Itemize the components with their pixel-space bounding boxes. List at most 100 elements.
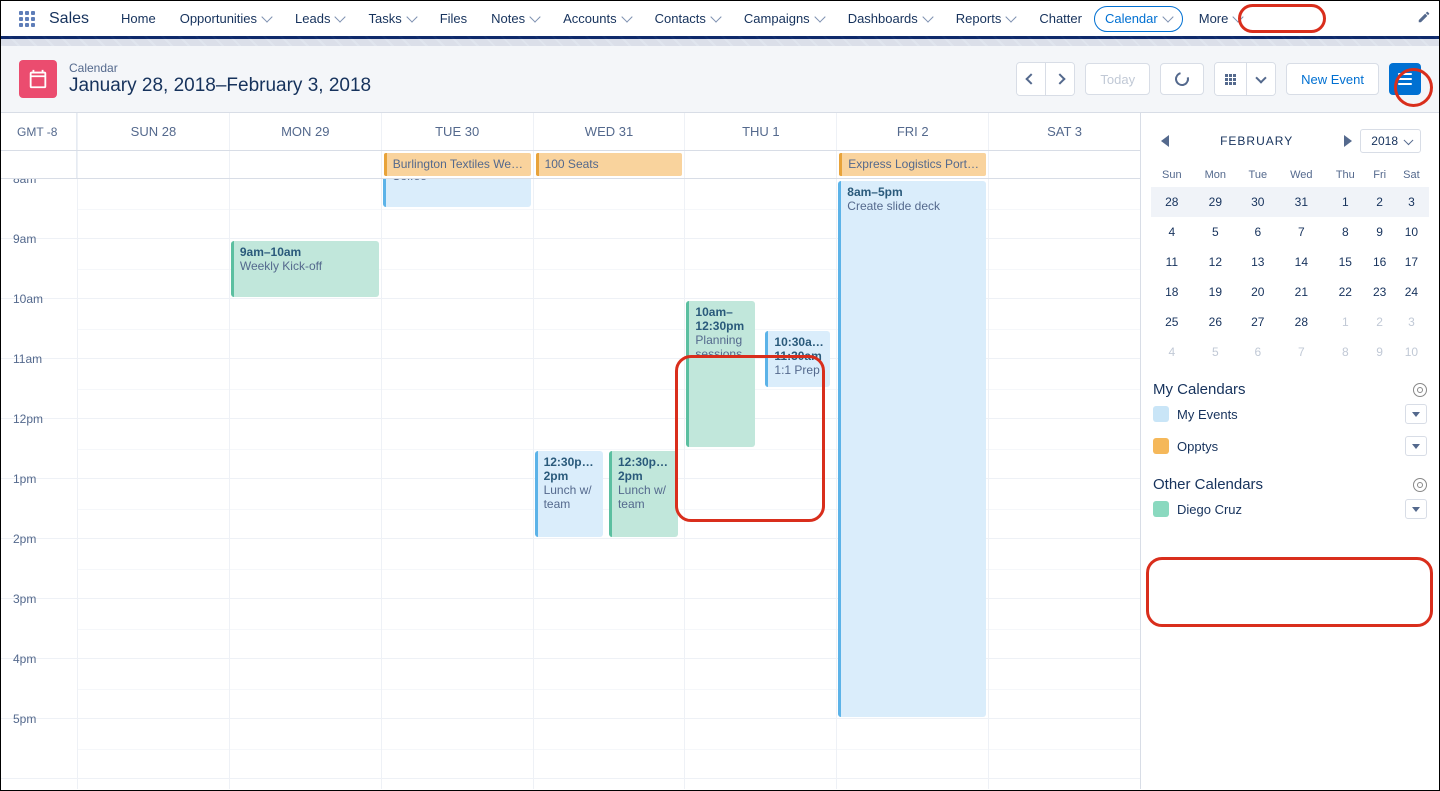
mini-day[interactable]: 8 [1325, 337, 1365, 367]
mini-day[interactable]: 22 [1325, 277, 1365, 307]
allday-cell[interactable] [77, 151, 229, 178]
mini-day[interactable]: 11 [1151, 247, 1193, 277]
next-week-button[interactable] [1045, 63, 1074, 95]
mini-day[interactable]: 4 [1151, 337, 1193, 367]
allday-event[interactable]: Burlington Textiles We… [384, 153, 531, 176]
day-column[interactable] [988, 179, 1140, 789]
mini-day[interactable]: 1 [1325, 187, 1365, 217]
day-column[interactable] [77, 179, 229, 789]
calendar-event[interactable]: 12:30p… 2pmLunch w/ team [535, 451, 604, 537]
view-dropdown-button[interactable] [1246, 63, 1275, 95]
mini-prev-month-button[interactable] [1159, 135, 1169, 147]
mini-day[interactable]: 29 [1193, 187, 1238, 217]
nav-chatter[interactable]: Chatter [1027, 0, 1094, 38]
mini-day[interactable]: 8 [1325, 217, 1365, 247]
my-calendars-settings-icon[interactable] [1413, 383, 1427, 397]
mini-day[interactable]: 25 [1151, 307, 1193, 337]
mini-dow: Thu [1325, 163, 1365, 187]
mini-day[interactable]: 3 [1394, 307, 1429, 337]
nav-accounts[interactable]: Accounts [551, 0, 642, 38]
mini-day[interactable]: 6 [1238, 337, 1277, 367]
mini-day[interactable]: 26 [1193, 307, 1238, 337]
chevron-down-icon [814, 11, 825, 22]
mini-day[interactable]: 9 [1365, 337, 1393, 367]
calendar-options-button[interactable] [1405, 436, 1427, 456]
mini-day[interactable]: 6 [1238, 217, 1277, 247]
chevron-down-icon [1162, 11, 1173, 22]
allday-cell[interactable]: 100 Seats [533, 151, 685, 178]
allday-cell[interactable]: Express Logistics Porta… [836, 151, 988, 178]
calendar-event[interactable]: 10:30a… 11:30am1:1 Prep [765, 331, 829, 387]
mini-day[interactable]: 2 [1365, 307, 1393, 337]
mini-day[interactable]: 10 [1394, 217, 1429, 247]
calendar-event[interactable]: 9am–10amWeekly Kick-off [231, 241, 379, 297]
mini-next-month-button[interactable] [1344, 135, 1354, 147]
mini-day[interactable]: 24 [1394, 277, 1429, 307]
app-launcher-icon[interactable] [17, 9, 37, 29]
mini-day[interactable]: 4 [1151, 217, 1193, 247]
mini-day[interactable]: 7 [1278, 217, 1326, 247]
mini-day[interactable]: 16 [1365, 247, 1393, 277]
nav-calendar[interactable]: Calendar [1094, 6, 1183, 32]
mini-day[interactable]: 7 [1278, 337, 1326, 367]
mini-day[interactable]: 2 [1365, 187, 1393, 217]
nav-campaigns[interactable]: Campaigns [732, 0, 836, 38]
today-button[interactable]: Today [1085, 63, 1150, 95]
day-column[interactable] [684, 179, 836, 789]
refresh-button[interactable] [1160, 63, 1204, 95]
mini-day[interactable]: 23 [1365, 277, 1393, 307]
mini-day[interactable]: 10 [1394, 337, 1429, 367]
calendar-event[interactable]: 12:30p… 2pmLunch w/ team [609, 451, 678, 537]
edit-nav-icon[interactable] [1417, 10, 1431, 27]
nav-home[interactable]: Home [109, 0, 168, 38]
mini-day[interactable]: 14 [1278, 247, 1326, 277]
calendar-options-button[interactable] [1405, 499, 1427, 519]
nav-leads[interactable]: Leads [283, 0, 356, 38]
prev-week-button[interactable] [1017, 63, 1045, 95]
allday-cell[interactable] [684, 151, 836, 178]
nav-dashboards[interactable]: Dashboards [836, 0, 944, 38]
mini-day[interactable]: 27 [1238, 307, 1277, 337]
mini-day[interactable]: 28 [1278, 307, 1326, 337]
mini-day[interactable]: 3 [1394, 187, 1429, 217]
nav-contacts[interactable]: Contacts [643, 0, 732, 38]
mini-year-select[interactable]: 2018 [1360, 129, 1421, 153]
calendar-color-swatch [1153, 406, 1169, 422]
sidebar-toggle-button[interactable] [1389, 63, 1421, 95]
allday-cell[interactable] [229, 151, 381, 178]
allday-event[interactable]: 100 Seats [536, 153, 683, 176]
allday-event[interactable]: Express Logistics Porta… [839, 153, 986, 176]
nav-reports[interactable]: Reports [944, 0, 1028, 38]
mini-day[interactable]: 5 [1193, 337, 1238, 367]
calendar-color-swatch [1153, 501, 1169, 517]
mini-day[interactable]: 17 [1394, 247, 1429, 277]
mini-day[interactable]: 19 [1193, 277, 1238, 307]
calendar-event[interactable]: 10am–12:30pmPlanning sessions [686, 301, 755, 447]
mini-day[interactable]: 15 [1325, 247, 1365, 277]
mini-day[interactable]: 28 [1151, 187, 1193, 217]
new-event-button[interactable]: New Event [1286, 63, 1379, 95]
mini-day[interactable]: 5 [1193, 217, 1238, 247]
view-grid-button[interactable] [1215, 63, 1246, 95]
mini-day[interactable]: 21 [1278, 277, 1326, 307]
mini-day[interactable]: 31 [1278, 187, 1326, 217]
other-calendars-settings-icon[interactable] [1413, 478, 1427, 492]
allday-cell[interactable]: Burlington Textiles We… [381, 151, 533, 178]
nav-notes[interactable]: Notes [479, 0, 551, 38]
calendar-event[interactable]: 7:30am–8:30amCoffee [383, 179, 531, 207]
nav-opportunities[interactable]: Opportunities [168, 0, 283, 38]
mini-day[interactable]: 9 [1365, 217, 1393, 247]
calendar-event[interactable]: 8am–5pmCreate slide deck [838, 181, 986, 717]
nav-more[interactable]: More [1187, 0, 1255, 38]
mini-day[interactable]: 12 [1193, 247, 1238, 277]
mini-day[interactable]: 20 [1238, 277, 1277, 307]
day-column[interactable] [381, 179, 533, 789]
allday-cell[interactable] [988, 151, 1140, 178]
calendar-options-button[interactable] [1405, 404, 1427, 424]
nav-files[interactable]: Files [428, 0, 479, 38]
mini-day[interactable]: 1 [1325, 307, 1365, 337]
mini-day[interactable]: 13 [1238, 247, 1277, 277]
mini-day[interactable]: 18 [1151, 277, 1193, 307]
nav-tasks[interactable]: Tasks [356, 0, 427, 38]
mini-day[interactable]: 30 [1238, 187, 1277, 217]
